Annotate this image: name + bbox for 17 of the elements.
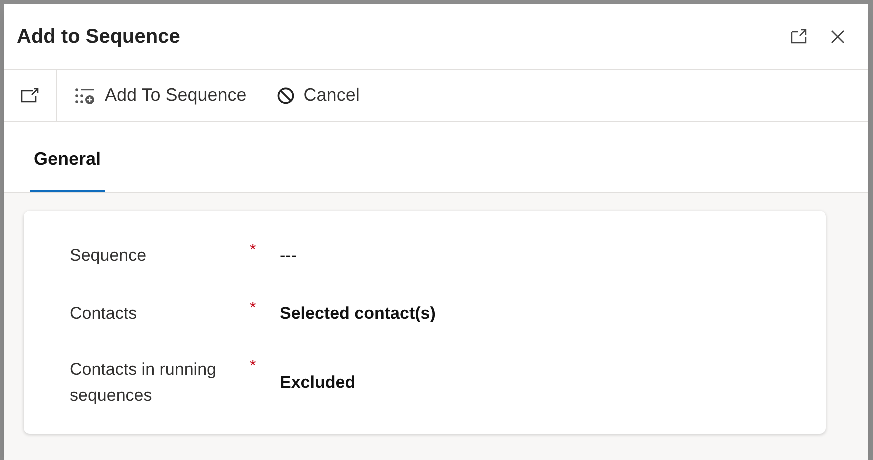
close-icon[interactable] (830, 28, 846, 44)
required-mark: * (250, 299, 258, 319)
add-to-sequence-button[interactable]: Add To Sequence (65, 76, 256, 116)
dialog-title: Add to Sequence (17, 24, 182, 50)
field-label: Contacts (70, 303, 138, 325)
prohibited-icon (276, 86, 295, 104)
popout-icon (20, 88, 40, 104)
expand-icon[interactable] (790, 28, 808, 46)
field-label: Contacts in running sequences (70, 359, 218, 407)
field-value: Excluded (280, 372, 356, 394)
list-add-icon (74, 86, 96, 104)
required-mark: * (250, 241, 258, 261)
field-value: --- (280, 245, 297, 267)
cancel-button[interactable]: Cancel (268, 76, 369, 116)
field-value: Selected contact(s) (280, 303, 436, 325)
required-mark: * (250, 357, 258, 377)
field-label: Sequence (70, 245, 148, 267)
